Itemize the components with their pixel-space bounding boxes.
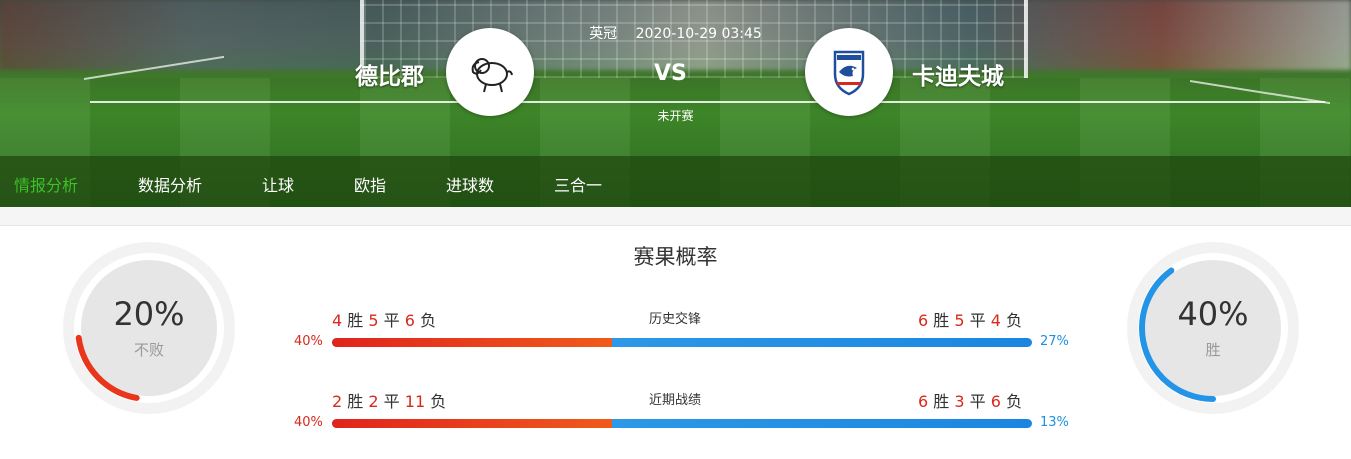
draw-count: 3 xyxy=(954,392,965,411)
ring-percent: 40% xyxy=(1177,295,1249,333)
loss-count: 6 xyxy=(404,311,415,330)
row-title-h2h: 历史交锋 xyxy=(648,312,701,327)
derby-ram-crest-icon xyxy=(471,58,513,93)
away-pct-h2h: 27% xyxy=(1040,334,1069,349)
ring-label: 不败 xyxy=(133,341,164,359)
away-pct-recent: 13% xyxy=(1040,415,1069,430)
home-share-fill xyxy=(332,419,612,428)
loss-count: 6 xyxy=(990,392,1001,411)
loss-label: 负 xyxy=(1006,311,1023,330)
win-count: 4 xyxy=(332,311,343,330)
win-label: 胜 xyxy=(933,311,950,330)
home-pct-recent: 40% xyxy=(294,415,323,430)
loss-count: 4 xyxy=(990,311,1001,330)
tab-intel[interactable]: 情报分析 xyxy=(14,172,78,196)
vs-label: VS xyxy=(654,61,687,86)
home-team-logo[interactable] xyxy=(446,28,534,116)
tab-data[interactable]: 数据分析 xyxy=(138,172,202,196)
draw-label: 平 xyxy=(969,311,986,330)
analysis-tabs: 情报分析 数据分析 让球 欧指 进球数 三合一 xyxy=(0,156,1351,207)
loss-label: 负 xyxy=(430,392,447,411)
match-header: 英冠 2020-10-29 03:45 德比郡 VS 卡迪夫城 未开赛 情报分析… xyxy=(0,0,1351,207)
tab-handicap[interactable]: 让球 xyxy=(262,172,294,196)
pitch-line xyxy=(90,101,1325,103)
ring-percent: 20% xyxy=(113,295,185,333)
win-label: 胜 xyxy=(933,392,950,411)
away-team-logo[interactable] xyxy=(805,28,893,116)
match-status: 未开赛 xyxy=(657,109,694,123)
loss-count: 11 xyxy=(404,392,426,411)
away-record-h2h: 6 胜 5 平 4 负 xyxy=(918,307,1022,331)
tab-three-in-one[interactable]: 三合一 xyxy=(554,172,602,196)
win-count: 6 xyxy=(918,392,929,411)
home-share-fill xyxy=(332,338,612,347)
loss-label: 负 xyxy=(1006,392,1023,411)
draw-label: 平 xyxy=(383,311,400,330)
cardiff-bluebird-crest-icon xyxy=(833,50,865,96)
row-title-recent: 近期战绩 xyxy=(648,393,701,408)
home-record-recent: 2 胜 2 平 11 负 xyxy=(332,388,446,412)
tab-goals[interactable]: 进球数 xyxy=(446,172,494,196)
draw-count: 2 xyxy=(368,392,379,411)
home-probability-ring: 20% 不败 xyxy=(60,239,238,417)
away-probability-ring: 40% 胜 xyxy=(1124,239,1302,417)
draw-count: 5 xyxy=(368,311,379,330)
home-record-h2h: 4 胜 5 平 6 负 xyxy=(332,307,436,331)
win-label: 胜 xyxy=(347,311,364,330)
recent-bar xyxy=(332,419,1032,428)
home-team-name[interactable]: 德比郡 xyxy=(355,57,424,91)
match-meta: 英冠 2020-10-29 03:45 xyxy=(0,23,1351,43)
loss-label: 负 xyxy=(420,311,437,330)
draw-count: 5 xyxy=(954,311,965,330)
h2h-bar xyxy=(332,338,1032,347)
win-count: 2 xyxy=(332,392,343,411)
win-label: 胜 xyxy=(347,392,364,411)
win-count: 6 xyxy=(918,311,929,330)
ring-label: 胜 xyxy=(1205,341,1221,359)
league-name: 英冠 xyxy=(589,26,618,42)
away-team-name[interactable]: 卡迪夫城 xyxy=(912,57,1004,91)
away-record-recent: 6 胜 3 平 6 负 xyxy=(918,388,1022,412)
section-divider xyxy=(0,207,1351,226)
match-datetime: 2020-10-29 03:45 xyxy=(635,26,762,42)
draw-label: 平 xyxy=(969,392,986,411)
draw-label: 平 xyxy=(383,392,400,411)
home-pct-h2h: 40% xyxy=(294,334,323,349)
tab-euro-odds[interactable]: 欧指 xyxy=(354,172,386,196)
